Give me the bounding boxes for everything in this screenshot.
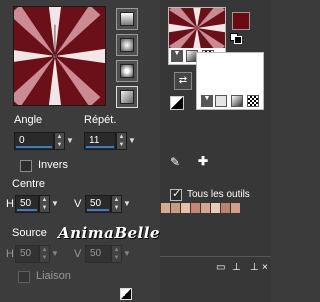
pin-icon-2[interactable]: ⊥ <box>250 262 259 273</box>
center-h-input[interactable]: 50 <box>15 195 39 213</box>
source-v-value: 50 <box>90 248 102 259</box>
invert-checkbox[interactable] <box>20 160 32 172</box>
radial-style-button[interactable] <box>116 86 138 108</box>
foreground-color-swatch[interactable] <box>232 12 250 30</box>
style-dropdown-chevron-icon[interactable]: ▼ <box>171 50 183 62</box>
center-h-dropdown-chevron-icon[interactable]: ▼ <box>51 199 59 208</box>
source-v-dropdown-chevron-icon[interactable]: ▼ <box>123 249 131 258</box>
repeat-input[interactable]: 11 <box>84 132 116 150</box>
source-h-dropdown-chevron-icon[interactable]: ▼ <box>51 249 59 258</box>
sunburst-style-button[interactable] <box>116 60 138 82</box>
close-icon[interactable]: × <box>262 262 268 273</box>
pin-icon[interactable]: ⊥ <box>232 262 241 273</box>
color-swatch[interactable] <box>181 203 190 213</box>
angle-value: 0 <box>19 135 25 146</box>
materials-palette: ▼ ▼ ⇄ ✎ ✚ ✓ Tous les outils ▭ ⊥ ⊥ × <box>160 0 271 302</box>
watermark-signature: AnimaBelle <box>58 224 160 242</box>
rectangular-style-button[interactable] <box>116 34 138 56</box>
source-h-input[interactable]: 50 <box>15 245 39 263</box>
source-h-spinner[interactable]: ▲ ▼ <box>39 245 50 263</box>
center-v-spinner[interactable]: ▲ ▼ <box>111 195 122 213</box>
dock-icon[interactable]: ▭ <box>216 262 225 273</box>
reset-colors-icon[interactable] <box>170 96 184 110</box>
source-label: Source <box>12 227 47 239</box>
source-controls: H 50 ▲ ▼ ▼ V 50 ▲ ▼ ▼ <box>0 244 160 266</box>
angle-input[interactable]: 0 <box>14 132 54 150</box>
center-h-spinner[interactable]: ▲ ▼ <box>39 195 50 213</box>
angle-dropdown-chevron-icon[interactable]: ▼ <box>66 136 74 145</box>
center-v-label: V <box>74 198 82 210</box>
source-v-spinner[interactable]: ▲ ▼ <box>111 245 122 263</box>
color-swatch[interactable] <box>211 203 220 213</box>
repeat-spinner[interactable]: ▲ ▼ <box>116 132 127 150</box>
divider <box>160 256 271 257</box>
plus-icon[interactable]: ✚ <box>198 154 208 168</box>
center-v-dropdown-chevron-icon[interactable]: ▼ <box>123 199 131 208</box>
invert-label: Invers <box>38 159 68 171</box>
center-v-value: 50 <box>90 198 102 209</box>
color-swatch[interactable] <box>191 203 200 213</box>
source-h-label: H <box>6 248 14 260</box>
bg-color-style-icon[interactable] <box>215 95 227 107</box>
bg-gradient-style-icon[interactable] <box>231 95 243 107</box>
mini-foreground-color[interactable] <box>234 36 242 44</box>
color-swatch[interactable] <box>231 203 240 213</box>
bg-pattern-style-icon[interactable] <box>247 95 259 107</box>
center-label: Centre <box>12 178 46 190</box>
radial-gradient-preview <box>14 7 105 105</box>
repeat-dropdown-chevron-icon[interactable]: ▼ <box>128 136 136 145</box>
color-swatch[interactable] <box>171 203 180 213</box>
link-label: Liaison <box>36 270 71 282</box>
source-h-value: 50 <box>20 248 32 259</box>
recent-colors-swatches <box>160 203 271 215</box>
background-color-swatch[interactable]: ▼ <box>196 52 264 110</box>
all-tools-checkbox[interactable]: ✓ <box>170 188 182 201</box>
angle-spinner[interactable]: ▲ ▼ <box>54 132 65 150</box>
bg-style-dropdown-chevron-icon[interactable]: ▼ <box>201 95 213 107</box>
gradient-settings-panel: Angle 0 ▲ ▼ ▼ Répét. 11 ▲ ▼ ▼ Invers Centr… <box>0 0 160 302</box>
source-v-label: V <box>74 248 82 260</box>
center-h-label: H <box>6 198 14 210</box>
color-swatch[interactable] <box>221 203 230 213</box>
angle-label: Angle <box>14 114 43 126</box>
center-h-value: 50 <box>20 198 32 209</box>
checkmark-icon: ✓ <box>172 188 182 200</box>
source-v-input[interactable]: 50 <box>85 245 111 263</box>
link-checkbox[interactable] <box>18 271 30 283</box>
swap-colors-icon[interactable]: ⇄ <box>174 72 192 90</box>
center-v-input[interactable]: 50 <box>85 195 111 213</box>
gradient-preview[interactable] <box>13 6 106 106</box>
reset-icon[interactable] <box>120 288 132 300</box>
eyedropper-icon[interactable]: ✎ <box>170 155 180 169</box>
linear-style-button[interactable] <box>116 8 138 30</box>
repeat-label: Répét. <box>84 114 117 126</box>
color-swatch[interactable] <box>201 203 210 213</box>
repeat-value: 11 <box>89 135 100 146</box>
gradient-thumbnail <box>169 8 225 48</box>
color-swatch[interactable] <box>161 203 170 213</box>
all-tools-label: Tous les outils <box>187 189 250 200</box>
